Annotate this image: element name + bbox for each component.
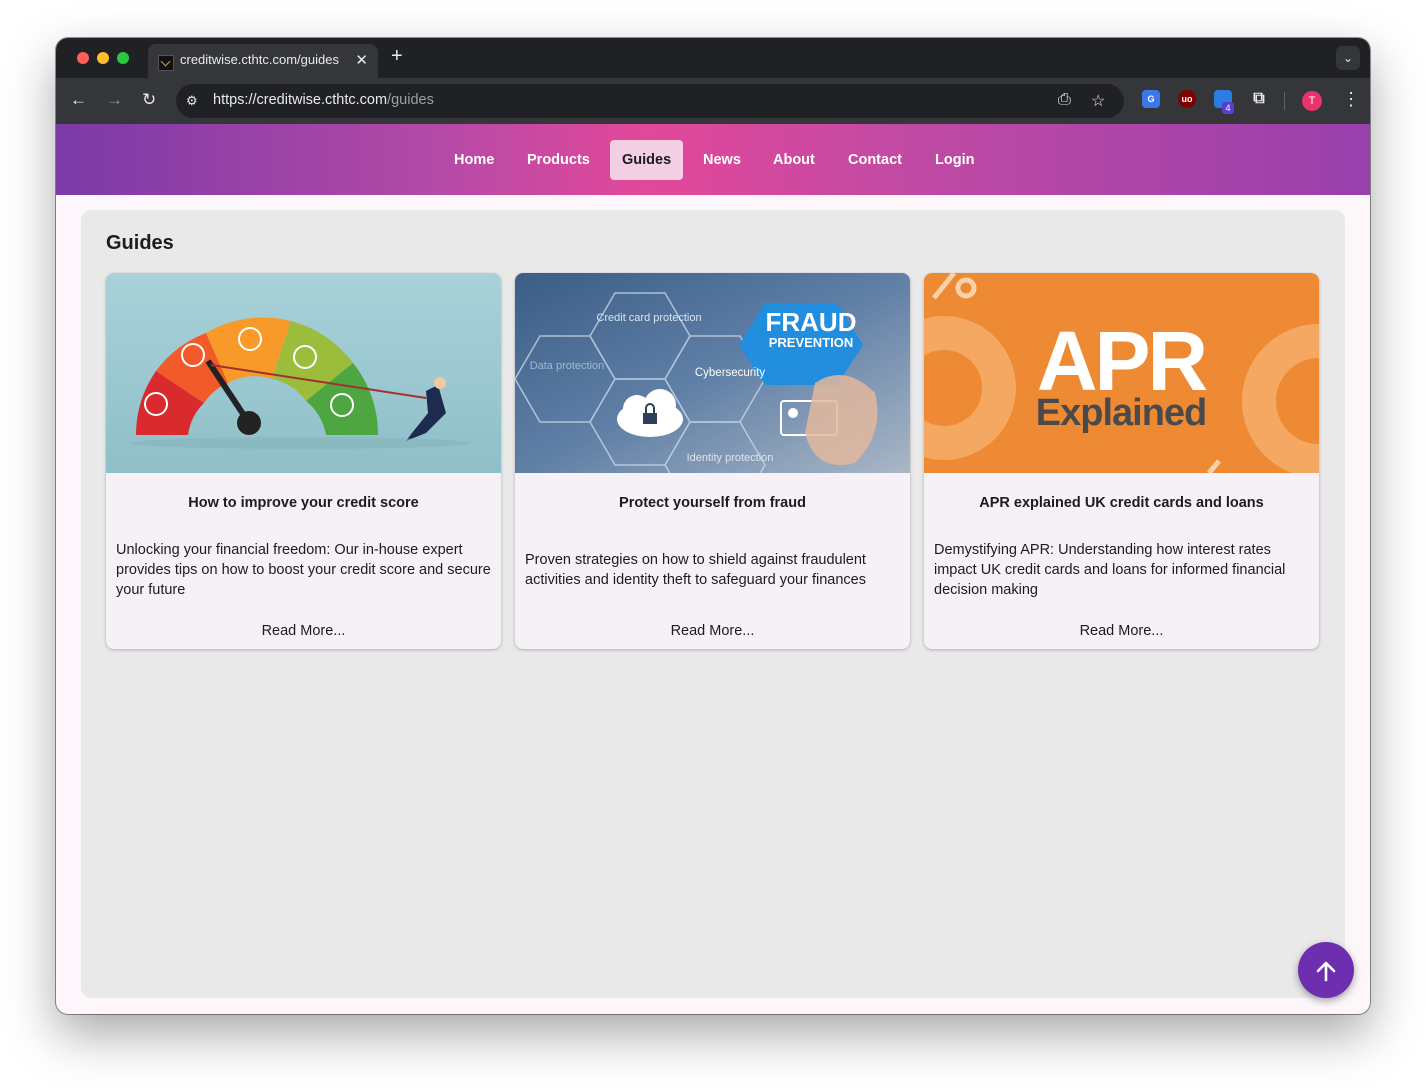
browser-tab[interactable]: creditwise.cthtc.com/guides ✕ bbox=[148, 44, 378, 78]
apr-explained-image: APR Explained bbox=[924, 273, 1319, 473]
card-title: How to improve your credit score bbox=[188, 495, 419, 511]
image-label-identity-protection: Identity protection bbox=[687, 452, 774, 464]
tab-title: creditwise.cthtc.com/guides bbox=[180, 52, 339, 67]
extension-badge: 4 bbox=[1222, 102, 1234, 114]
tab-search-button[interactable]: ⌄ bbox=[1336, 46, 1360, 70]
reload-button[interactable]: ↻ bbox=[142, 90, 156, 110]
install-app-icon[interactable]: ⎙ bbox=[1058, 91, 1071, 109]
url-host: https://creditwise.cthtc.com bbox=[213, 92, 388, 108]
card-title: Protect yourself from fraud bbox=[619, 495, 806, 511]
bookmark-star-icon[interactable]: ☆ bbox=[1091, 91, 1105, 111]
fraud-subheading: PREVENTION bbox=[769, 335, 854, 350]
close-window-button[interactable] bbox=[77, 52, 89, 64]
card-description: Unlocking your financial freedom: Our in… bbox=[116, 542, 491, 598]
guide-card-fraud[interactable]: FRAUD PREVENTION Credit card protection … bbox=[515, 273, 910, 649]
nav-products[interactable]: Products bbox=[515, 140, 602, 180]
card-description-wrap: Demystifying APR: Understanding how inte… bbox=[934, 525, 1309, 615]
read-more-link[interactable]: Read More... bbox=[106, 623, 501, 639]
image-label-data-protection: Data protection bbox=[530, 360, 605, 372]
card-description-wrap: Proven strategies on how to shield again… bbox=[525, 525, 900, 615]
minimize-window-button[interactable] bbox=[97, 52, 109, 64]
image-label-cybersecurity: Cybersecurity bbox=[695, 367, 766, 379]
apr-subheading: Explained bbox=[1036, 392, 1207, 434]
guide-card-apr[interactable]: APR Explained APR explained UK credit ca… bbox=[924, 273, 1319, 649]
address-bar[interactable]: ⚙ https://creditwise.cthtc.com/guides ⎙ … bbox=[176, 84, 1124, 118]
ublock-extension-icon[interactable]: uo bbox=[1178, 90, 1196, 108]
card-description-wrap: Unlocking your financial freedom: Our in… bbox=[116, 525, 491, 615]
back-button[interactable]: ← bbox=[70, 90, 87, 110]
scroll-to-top-button[interactable] bbox=[1298, 942, 1354, 998]
profile-avatar[interactable]: T bbox=[1302, 91, 1322, 111]
nav-about[interactable]: About bbox=[761, 140, 827, 180]
guide-card-credit-score[interactable]: How to improve your credit score Unlocki… bbox=[106, 273, 501, 649]
site-info-icon[interactable]: ⚙ bbox=[186, 93, 202, 109]
favicon-icon bbox=[158, 55, 174, 71]
menu-kebab-icon[interactable]: ⋮ bbox=[1342, 89, 1360, 110]
puzzle-extensions-icon[interactable]: ⧉ bbox=[1250, 90, 1268, 108]
credit-score-gauge-image bbox=[106, 273, 501, 473]
translate-extension-icon[interactable]: G bbox=[1142, 90, 1160, 108]
card-description: Proven strategies on how to shield again… bbox=[525, 552, 866, 588]
image-label-credit-card-protection: Credit card protection bbox=[596, 312, 701, 324]
close-tab-icon[interactable]: ✕ bbox=[355, 51, 368, 69]
card-title: APR explained UK credit cards and loans bbox=[979, 495, 1264, 511]
toolbar-divider bbox=[1284, 92, 1285, 110]
browser-window: creditwise.cthtc.com/guides ✕ + ⌄ ← → ↻ … bbox=[56, 38, 1370, 1014]
url-path: /guides bbox=[387, 92, 434, 108]
nav-login[interactable]: Login bbox=[923, 140, 986, 180]
guides-panel: Guides How to improve your credit score … bbox=[81, 210, 1345, 998]
nav-contact[interactable]: Contact bbox=[836, 140, 914, 180]
maximize-window-button[interactable] bbox=[117, 52, 129, 64]
nav-news[interactable]: News bbox=[691, 140, 753, 180]
arrow-up-icon bbox=[1316, 961, 1336, 982]
fraud-heading: FRAUD bbox=[766, 307, 857, 337]
url-text[interactable]: https://creditwise.cthtc.com/guides bbox=[213, 92, 434, 108]
card-description: Demystifying APR: Understanding how inte… bbox=[934, 542, 1286, 598]
forward-button[interactable]: → bbox=[106, 90, 123, 110]
nav-home[interactable]: Home bbox=[442, 140, 506, 180]
read-more-link[interactable]: Read More... bbox=[924, 623, 1319, 639]
site-nav: Home Products Guides News About Contact … bbox=[56, 124, 1370, 195]
fraud-prevention-image: FRAUD PREVENTION Credit card protection … bbox=[515, 273, 910, 473]
read-more-link[interactable]: Read More... bbox=[515, 623, 910, 639]
new-tab-button[interactable]: + bbox=[391, 45, 403, 68]
browser-toolbar: ← → ↻ ⚙ https://creditwise.cthtc.com/gui… bbox=[56, 78, 1370, 124]
tab-bar: creditwise.cthtc.com/guides ✕ + ⌄ bbox=[56, 38, 1370, 78]
page-title: Guides bbox=[106, 232, 174, 254]
nav-guides[interactable]: Guides bbox=[610, 140, 684, 180]
